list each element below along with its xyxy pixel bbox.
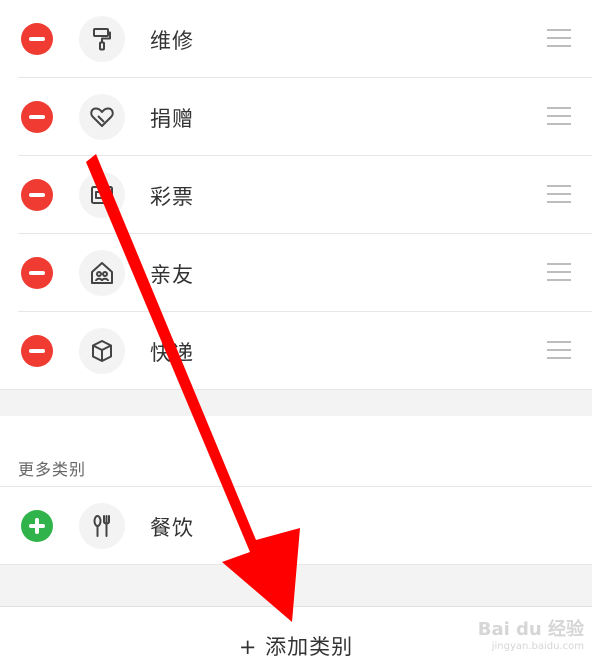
fork-knife-icon xyxy=(79,503,125,549)
category-row[interactable]: 亲友 xyxy=(0,234,592,312)
remove-category-button[interactable] xyxy=(21,257,53,289)
watermark-site: jingyan.baidu.com xyxy=(491,641,584,652)
category-row[interactable]: 维修 xyxy=(0,0,592,78)
remove-category-button[interactable] xyxy=(21,335,53,367)
category-label: 亲友 xyxy=(150,263,194,287)
category-row[interactable]: 彩票 xyxy=(0,156,592,234)
package-box-icon xyxy=(79,328,125,374)
category-label: 快递 xyxy=(150,341,194,365)
remove-category-button[interactable] xyxy=(21,101,53,133)
add-category-button[interactable] xyxy=(21,510,53,542)
category-label: 维修 xyxy=(150,29,194,53)
drag-handle-icon[interactable] xyxy=(547,185,571,205)
category-label: 捐赠 xyxy=(150,107,194,131)
more-category-row[interactable]: 餐饮 xyxy=(0,487,592,565)
heart-icon xyxy=(79,94,125,140)
watermark-brand: Bai du 经验 xyxy=(477,619,584,640)
category-row[interactable]: 捐赠 xyxy=(0,78,592,156)
section-gap xyxy=(0,564,592,606)
family-house-icon xyxy=(79,250,125,296)
baidu-watermark: Bai du 经验 jingyan.baidu.com xyxy=(478,615,584,652)
drag-handle-icon[interactable] xyxy=(547,341,571,361)
section-gap xyxy=(0,390,592,416)
remove-category-button[interactable] xyxy=(21,179,53,211)
drag-handle-icon[interactable] xyxy=(547,29,571,49)
more-categories-title: 更多类别 xyxy=(18,460,87,479)
category-row[interactable]: 快递 xyxy=(0,312,592,390)
category-label: 彩票 xyxy=(150,185,194,209)
lottery-ticket-icon xyxy=(79,172,125,218)
drag-handle-icon[interactable] xyxy=(547,263,571,283)
drag-handle-icon[interactable] xyxy=(547,107,571,127)
paint-roller-icon xyxy=(79,16,125,62)
category-label: 餐饮 xyxy=(150,516,194,540)
remove-category-button[interactable] xyxy=(21,23,53,55)
